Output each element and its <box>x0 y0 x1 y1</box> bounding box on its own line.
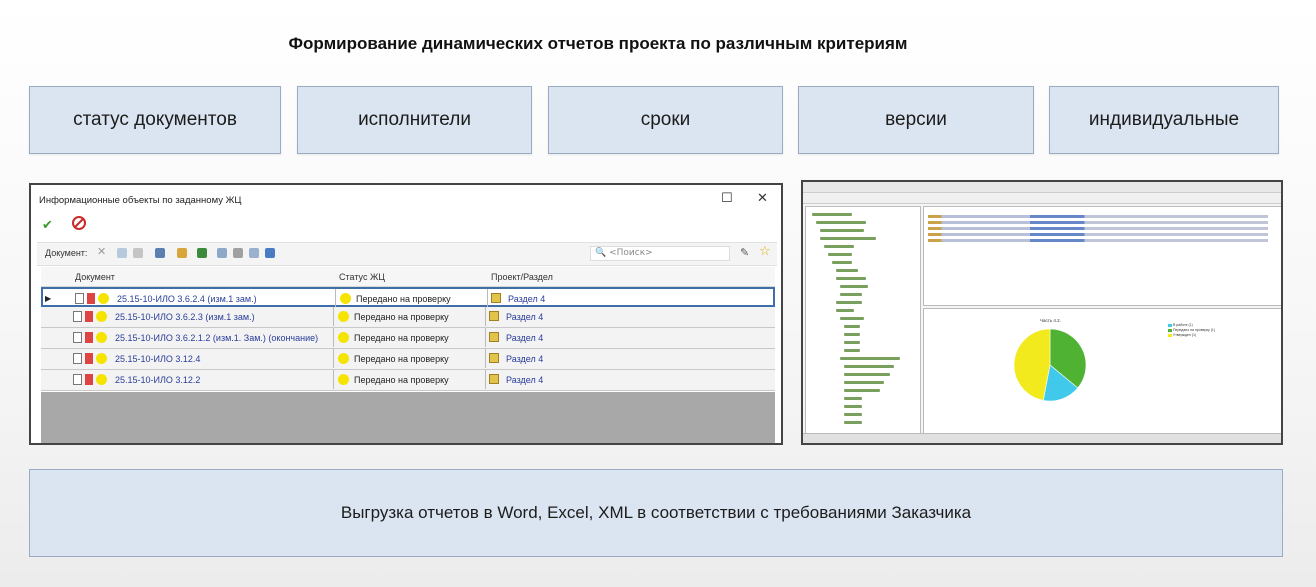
folder-icon <box>489 353 499 363</box>
copy-icon[interactable] <box>117 248 127 258</box>
document-link[interactable]: 25.15-10-ИЛО 3.6.2.4 (изм.1 зам.) <box>117 294 257 304</box>
document-link[interactable]: 25.15-10-ИЛО 3.6.2.1.2 (изм.1. Зам.) (ок… <box>115 333 318 343</box>
status-text: Передано на проверку <box>354 333 449 343</box>
document-link[interactable]: 25.15-10-ИЛО 3.12.2 <box>115 375 200 385</box>
close-icon[interactable]: ✕ <box>757 191 768 206</box>
criterion-deadlines: сроки <box>548 86 783 154</box>
status-dot-icon <box>96 374 107 385</box>
pdf-icon <box>85 332 93 343</box>
search-icon: 🔍 <box>595 248 607 258</box>
status-dot-icon <box>338 353 349 364</box>
document-icon <box>73 332 82 343</box>
criterion-individual: индивидуальные <box>1049 86 1279 154</box>
status-text: Передано на проверку <box>356 294 451 304</box>
tree-icon[interactable] <box>233 248 243 258</box>
legend-item: Утвержден (1) <box>1168 333 1196 337</box>
document-icon <box>73 311 82 322</box>
print-icon[interactable] <box>155 248 165 258</box>
status-text: Передано на проверку <box>354 354 449 364</box>
save-icon[interactable] <box>197 248 207 258</box>
column-project[interactable]: Проект/Раздел <box>491 272 553 282</box>
export-icon[interactable] <box>177 248 187 258</box>
pdf-icon <box>85 374 93 385</box>
pdf-icon <box>87 293 95 304</box>
column-status[interactable]: Статус ЖЦ <box>339 272 385 282</box>
menu-bar <box>803 182 1281 193</box>
pie-chart <box>1013 328 1087 402</box>
legend-item: В работе (1) <box>1168 323 1193 327</box>
folder-icon <box>491 293 501 303</box>
pie-slice-yellow <box>1013 328 1051 401</box>
legend-item: Передано на проверку (1) <box>1168 328 1215 332</box>
project-link[interactable]: Раздел 4 <box>506 312 543 322</box>
status-dot-icon <box>338 374 349 385</box>
document-icon <box>73 353 82 364</box>
document-icon <box>75 293 84 304</box>
grid-empty-area <box>41 392 775 443</box>
status-dot-icon <box>96 332 107 343</box>
search-placeholder: <Поиск> <box>609 248 653 258</box>
search-input[interactable]: 🔍 <Поиск> <box>590 246 730 261</box>
slide-title: Формирование динамических отчетов проект… <box>288 34 908 53</box>
status-bar <box>803 433 1281 443</box>
table-row[interactable]: 25.15-10-ИЛО 3.6.2.3 (изм.1 зам.) Переда… <box>41 307 775 328</box>
windows-icon[interactable] <box>249 248 259 258</box>
view-icon[interactable] <box>217 248 227 258</box>
maximize-icon[interactable]: ☐ <box>721 191 733 206</box>
criterion-versions: версии <box>798 86 1034 154</box>
settings-icon[interactable] <box>265 248 275 258</box>
status-text: Передано на проверку <box>354 375 449 385</box>
document-link[interactable]: 25.15-10-ИЛО 3.6.2.3 (изм.1 зам.) <box>115 312 255 322</box>
project-link[interactable]: Раздел 4 <box>506 375 543 385</box>
chart-pane: Часть 4.2. В работе (1) Передано на пров… <box>923 308 1281 434</box>
star-icon[interactable]: ☆ <box>759 244 771 259</box>
project-link[interactable]: Раздел 4 <box>506 354 543 364</box>
app-screenshot: Часть 4.2. В работе (1) Передано на пров… <box>801 180 1283 445</box>
table-row[interactable]: 25.15-10-ИЛО 3.12.2 Передано на проверку… <box>41 370 775 391</box>
delete-icon[interactable]: ✕ <box>97 245 106 258</box>
cancel-icon[interactable] <box>72 216 86 230</box>
chart-title: Часть 4.2. <box>1040 318 1061 323</box>
status-dot-icon <box>338 332 349 343</box>
pdf-icon <box>85 311 93 322</box>
pen-icon[interactable]: ✎ <box>740 246 749 259</box>
dialog-title: Информационные объекты по заданному ЖЦ <box>39 195 242 206</box>
pdf-icon <box>85 353 93 364</box>
status-dot-icon <box>340 293 351 304</box>
paste-icon[interactable] <box>133 248 143 258</box>
table-row[interactable]: 25.15-10-ИЛО 3.12.4 Передано на проверку… <box>41 349 775 370</box>
documents-grid: Документ Статус ЖЦ Проект/Раздел ▶ 25.15… <box>41 267 775 391</box>
documents-table-small <box>923 206 1281 306</box>
status-dot-icon <box>96 353 107 364</box>
check-icon[interactable]: ✔ <box>42 218 53 233</box>
folder-icon <box>489 332 499 342</box>
toolbar-label: Документ: <box>45 248 88 258</box>
status-dot-icon <box>98 293 109 304</box>
project-tree <box>805 206 921 440</box>
table-row[interactable]: 25.15-10-ИЛО 3.6.2.1.2 (изм.1. Зам.) (ок… <box>41 328 775 349</box>
info-objects-dialog: Информационные объекты по заданному ЖЦ ☐… <box>29 183 783 445</box>
criterion-status: статус документов <box>29 86 281 154</box>
row-selector-icon: ▶ <box>45 294 52 303</box>
export-banner: Выгрузка отчетов в Word, Excel, XML в со… <box>29 469 1283 557</box>
project-link[interactable]: Раздел 4 <box>506 333 543 343</box>
grid-header: Документ Статус ЖЦ Проект/Раздел <box>41 267 775 287</box>
project-link[interactable]: Раздел 4 <box>508 294 545 304</box>
folder-icon <box>489 374 499 384</box>
app-toolbar <box>803 193 1281 204</box>
status-text: Передано на проверку <box>354 312 449 322</box>
table-row[interactable]: ▶ 25.15-10-ИЛО 3.6.2.4 (изм.1 зам.) Пере… <box>41 287 775 308</box>
criterion-performers: исполнители <box>297 86 532 154</box>
status-dot-icon <box>96 311 107 322</box>
document-toolbar: Документ: ✕ 🔍 <Поиск> ✎ ☆ <box>37 242 777 266</box>
document-icon <box>73 374 82 385</box>
folder-icon <box>489 311 499 321</box>
document-link[interactable]: 25.15-10-ИЛО 3.12.4 <box>115 354 200 364</box>
status-dot-icon <box>338 311 349 322</box>
column-document[interactable]: Документ <box>75 272 115 282</box>
